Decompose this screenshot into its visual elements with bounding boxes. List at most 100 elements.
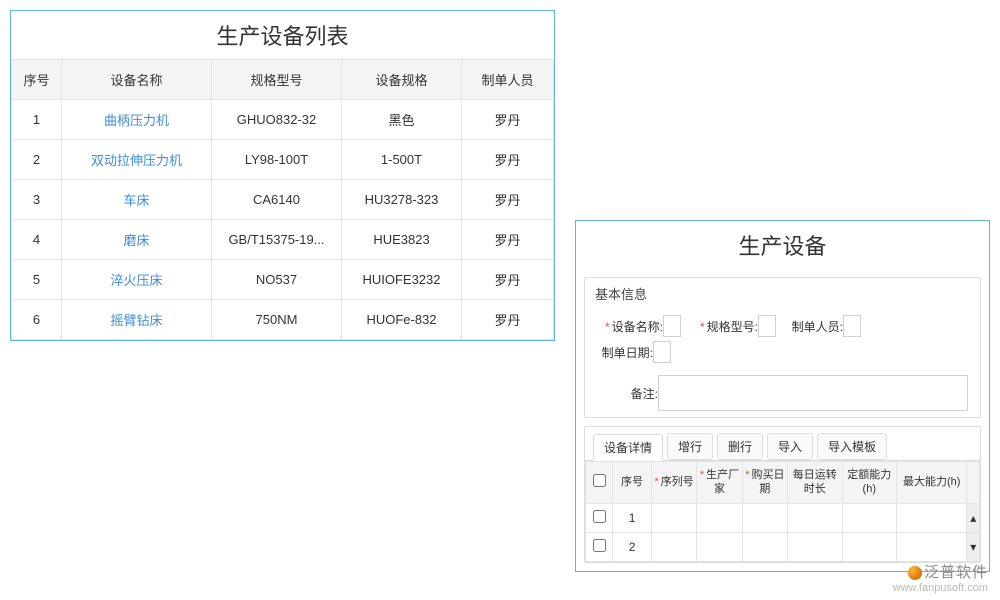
cell-no: 6 bbox=[12, 300, 62, 340]
detail-cell[interactable] bbox=[788, 503, 842, 532]
cell-name: 双动拉伸压力机 bbox=[62, 140, 212, 180]
equipment-link[interactable]: 车床 bbox=[123, 193, 149, 208]
detail-cell[interactable] bbox=[697, 532, 742, 561]
col-no: 序号 bbox=[12, 60, 62, 100]
cell-name: 淬火压床 bbox=[62, 260, 212, 300]
row-checkbox[interactable] bbox=[593, 539, 606, 552]
spec-input[interactable] bbox=[758, 315, 776, 337]
cell-no: 3 bbox=[12, 180, 62, 220]
delete-row-button[interactable]: 删行 bbox=[717, 433, 763, 460]
detail-col: 每日运转时长 bbox=[788, 462, 842, 504]
scroll-indicator[interactable]: ▴ bbox=[967, 503, 980, 532]
col-spec: 规格型号 bbox=[212, 60, 342, 100]
cell-creator: 罗丹 bbox=[462, 260, 554, 300]
detail-col: *购买日期 bbox=[742, 462, 787, 504]
cell-creator: 罗丹 bbox=[462, 180, 554, 220]
spec-label: 规格型号: bbox=[707, 320, 758, 334]
detail-col bbox=[586, 462, 613, 504]
import-button[interactable]: 导入 bbox=[767, 433, 813, 460]
cell-spec: NO537 bbox=[212, 260, 342, 300]
date-label: 制单日期: bbox=[593, 344, 653, 361]
cell-spec: CA6140 bbox=[212, 180, 342, 220]
cell-spec: LY98-100T bbox=[212, 140, 342, 180]
cell-spec: 750NM bbox=[212, 300, 342, 340]
equipment-table: 序号 设备名称 规格型号 设备规格 制单人员 1 曲柄压力机 GHUO832-32黑… bbox=[11, 59, 554, 340]
equipment-form-panel: 生产设备 基本信息 *设备名称: *规格型号: 制单人员: 制单日期: 备注 bbox=[575, 220, 990, 572]
cell-no: 1 bbox=[12, 100, 62, 140]
table-header-row: 序号 设备名称 规格型号 设备规格 制单人员 bbox=[12, 60, 554, 100]
cell-equip-spec: HUOFe-832 bbox=[342, 300, 462, 340]
form-title: 生产设备 bbox=[576, 221, 989, 269]
row-no: 1 bbox=[613, 503, 652, 532]
row-checkbox[interactable] bbox=[593, 510, 606, 523]
name-input[interactable] bbox=[663, 315, 681, 337]
row-no: 2 bbox=[613, 532, 652, 561]
list-title: 生产设备列表 bbox=[11, 11, 554, 59]
detail-cell[interactable] bbox=[651, 532, 696, 561]
table-row: 5淬火压床NO537HUIOFE3232罗丹 bbox=[12, 260, 554, 300]
cell-creator: 罗丹 bbox=[462, 300, 554, 340]
brand-url: www.fanpusoft.com bbox=[893, 582, 988, 594]
table-row: 3 车床 CA6140HU3278-323罗丹 bbox=[12, 180, 554, 220]
remark-input[interactable] bbox=[658, 375, 968, 411]
detail-header-row: 序号*序列号*生产厂家*购买日期每日运转时长定额能力(h)最大能力(h) bbox=[586, 462, 980, 504]
cell-no: 4 bbox=[12, 220, 62, 260]
equipment-link[interactable]: 摇臂钻床 bbox=[110, 313, 162, 328]
cell-equip-spec: HUIOFE3232 bbox=[342, 260, 462, 300]
detail-cell[interactable] bbox=[842, 503, 896, 532]
detail-table: 序号*序列号*生产厂家*购买日期每日运转时长定额能力(h)最大能力(h) 1▴2… bbox=[585, 461, 980, 562]
detail-cell[interactable] bbox=[788, 532, 842, 561]
detail-col: 序号 bbox=[613, 462, 652, 504]
detail-col: *生产厂家 bbox=[697, 462, 742, 504]
cell-spec: GB/T15375-19... bbox=[212, 220, 342, 260]
row-checkbox-cell bbox=[586, 503, 613, 532]
logo-icon bbox=[908, 566, 922, 580]
basic-info-group: 基本信息 *设备名称: *规格型号: 制单人员: 制单日期: 备注: bbox=[584, 277, 981, 418]
detail-cell[interactable] bbox=[742, 503, 787, 532]
cell-equip-spec: HUE3823 bbox=[342, 220, 462, 260]
detail-cell[interactable] bbox=[651, 503, 696, 532]
date-input[interactable] bbox=[653, 341, 671, 363]
creator-label: 制单人员: bbox=[783, 318, 843, 335]
add-row-button[interactable]: 增行 bbox=[667, 433, 713, 460]
detail-cell[interactable] bbox=[742, 532, 787, 561]
equipment-link[interactable]: 淬火压床 bbox=[110, 273, 162, 288]
cell-name: 磨床 bbox=[62, 220, 212, 260]
cell-name: 摇臂钻床 bbox=[62, 300, 212, 340]
cell-name: 车床 bbox=[62, 180, 212, 220]
remark-label: 备注: bbox=[593, 385, 658, 402]
name-label: 设备名称: bbox=[612, 320, 663, 334]
detail-cell[interactable] bbox=[897, 503, 967, 532]
cell-creator: 罗丹 bbox=[462, 140, 554, 180]
cell-equip-spec: 黑色 bbox=[342, 100, 462, 140]
detail-cell[interactable] bbox=[842, 532, 896, 561]
cell-creator: 罗丹 bbox=[462, 100, 554, 140]
table-row: 6 摇臂钻床 750NMHUOFe-832罗丹 bbox=[12, 300, 554, 340]
detail-col: 最大能力(h) bbox=[897, 462, 967, 504]
detail-cell[interactable] bbox=[697, 503, 742, 532]
brand-text: 泛普软件 bbox=[924, 564, 988, 581]
import-template-button[interactable]: 导入模板 bbox=[817, 433, 887, 460]
cell-creator: 罗丹 bbox=[462, 220, 554, 260]
table-row: 4 磨床 GB/T15375-19...HUE3823罗丹 bbox=[12, 220, 554, 260]
row-checkbox-cell bbox=[586, 532, 613, 561]
basic-info-title: 基本信息 bbox=[585, 278, 980, 309]
detail-cell[interactable] bbox=[897, 532, 967, 561]
watermark: 泛普软件 www.fanpusoft.com bbox=[893, 561, 988, 594]
col-name: 设备名称 bbox=[62, 60, 212, 100]
detail-row: 2▾ bbox=[586, 532, 980, 561]
scroll-indicator[interactable]: ▾ bbox=[967, 532, 980, 561]
select-all-checkbox[interactable] bbox=[593, 474, 606, 487]
equipment-list-panel: 生产设备列表 序号 设备名称 规格型号 设备规格 制单人员 1 曲柄压力机 GHUO… bbox=[10, 10, 555, 341]
cell-equip-spec: HU3278-323 bbox=[342, 180, 462, 220]
equipment-link[interactable]: 磨床 bbox=[123, 233, 149, 248]
creator-input[interactable] bbox=[843, 315, 861, 337]
required-marker: * bbox=[700, 320, 705, 334]
tab-detail[interactable]: 设备详情 bbox=[593, 434, 663, 461]
equipment-link[interactable]: 曲柄压力机 bbox=[104, 113, 169, 128]
cell-spec: GHUO832-32 bbox=[212, 100, 342, 140]
table-row: 1 曲柄压力机 GHUO832-32黑色罗丹 bbox=[12, 100, 554, 140]
equipment-link[interactable]: 双动拉伸压力机 bbox=[91, 153, 182, 168]
required-marker: * bbox=[605, 320, 610, 334]
cell-equip-spec: 1-500T bbox=[342, 140, 462, 180]
